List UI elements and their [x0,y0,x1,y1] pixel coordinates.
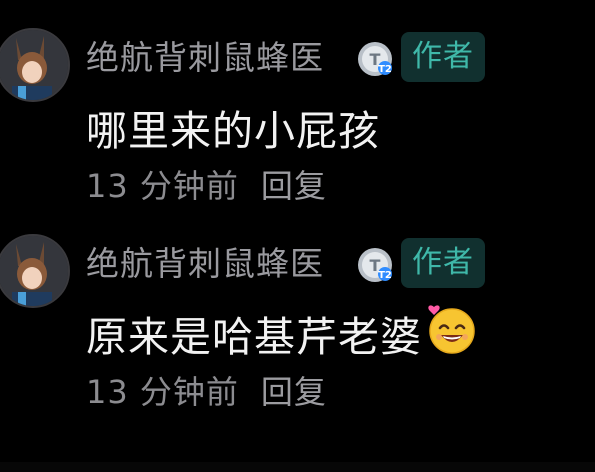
comment-time: 13 分钟前 [86,373,239,411]
smiling-face-with-heart-emoji-icon [426,303,476,370]
username[interactable]: 绝航背刺鼠蜂医 [86,244,324,284]
level-badge-icon: T T2 [358,42,392,76]
comment-time: 13 分钟前 [86,167,239,205]
author-tag: 作者 [401,32,485,82]
avatar-image [0,30,68,100]
reply-button[interactable]: 回复 [261,373,327,411]
username[interactable]: 绝航背刺鼠蜂医 [86,38,324,78]
avatar[interactable] [0,234,70,308]
level-badge-text: T2 [378,64,392,75]
level-badge-icon: T T2 [358,248,392,282]
comment-content[interactable]: 原来是哈基芹老婆 [86,304,476,370]
comment-text: 哪里来的小屁孩 [86,107,380,155]
comment-meta: 13 分钟前 回复 [86,372,327,412]
bottom-divider [0,462,595,472]
comment-meta: 13 分钟前 回复 [86,166,327,206]
avatar[interactable] [0,28,70,102]
comment-item[interactable]: 绝航背刺鼠蜂医 T T2 作者 哪里来的小屁孩 13 分钟前 回复 [0,28,595,228]
comment-text: 原来是哈基芹老婆 [86,313,422,361]
level-badge-text: T2 [378,270,392,281]
avatar-image [0,236,68,306]
comment-content[interactable]: 哪里来的小屁孩 [86,102,380,160]
author-tag: 作者 [401,238,485,288]
reply-button[interactable]: 回复 [261,167,327,205]
comment-item[interactable]: 绝航背刺鼠蜂医 T T2 作者 原来是哈基芹老婆 13 分钟前 回复 [0,234,595,434]
